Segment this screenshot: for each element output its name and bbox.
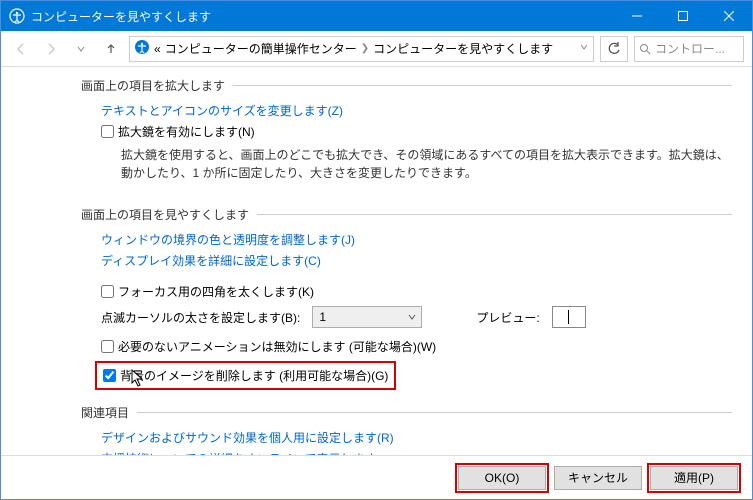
- content-area: 画面上の項目を拡大します テキストとアイコンのサイズを変更します(Z) 拡大鏡を…: [1, 67, 752, 455]
- search-input[interactable]: コントロー...: [634, 36, 744, 62]
- magnifier-description: 拡大鏡を使用すると、画面上のどこでも拡大でき、その領域にあるすべての項目を拡大表…: [121, 146, 732, 182]
- section-visibility-legend: 画面上の項目を見やすくします: [81, 206, 257, 223]
- address-bar[interactable]: « コンピューターの簡単操作センター ❯ コンピューターを見やすくします: [129, 36, 594, 62]
- checkbox-magnifier-label[interactable]: 拡大鏡を有効にします(N): [118, 123, 255, 140]
- section-visibility: 画面上の項目を見やすくします ウィンドウの境界の色と透明度を調整します(J) デ…: [81, 206, 732, 390]
- preview-label: プレビュー:: [476, 309, 539, 326]
- breadcrumb-prefix: «: [154, 42, 161, 56]
- cursor-thickness-label: 点滅カーソルの太さを設定します(B):: [101, 309, 300, 326]
- dialog-footer: OK(O) キャンセル 適用(P): [1, 455, 752, 499]
- recent-button[interactable]: [69, 37, 93, 61]
- link-text-icon-size[interactable]: テキストとアイコンのサイズを変更します(Z): [101, 102, 343, 119]
- checkbox-magnifier[interactable]: [101, 125, 114, 138]
- cursor-thickness-value: 1: [319, 310, 326, 324]
- checkbox-focus-rect-label[interactable]: フォーカス用の四角を太くします(K): [118, 283, 314, 300]
- link-window-border[interactable]: ウィンドウの境界の色と透明度を調整します(J): [101, 231, 355, 248]
- section-enlarge: 画面上の項目を拡大します テキストとアイコンのサイズを変更します(Z) 拡大鏡を…: [81, 77, 732, 192]
- refresh-button[interactable]: [600, 36, 628, 62]
- checkbox-remove-background-label[interactable]: 背景のイメージを削除します (利用可能な場合)(G): [120, 367, 388, 384]
- titlebar: コンピューターを見やすくします: [1, 1, 752, 31]
- breadcrumb-item2[interactable]: コンピューターを見やすくします: [373, 40, 553, 57]
- checkbox-remove-background[interactable]: [103, 369, 116, 382]
- toolbar: « コンピューターの簡単操作センター ❯ コンピューターを見やすくします コント…: [1, 31, 752, 67]
- chevron-down-icon: [407, 312, 417, 322]
- link-display-effects[interactable]: ディスプレイ効果を詳細に設定します(C): [101, 252, 321, 269]
- close-button[interactable]: [706, 1, 752, 31]
- chevron-right-icon: ❯: [361, 43, 369, 54]
- link-personalize[interactable]: デザインおよびサウンド効果を個人用に設定します(R): [101, 429, 394, 446]
- ease-of-access-addr-icon: [134, 39, 150, 58]
- window-title: コンピューターを見やすくします: [31, 8, 614, 25]
- search-icon: [639, 43, 651, 55]
- ok-button[interactable]: OK(O): [458, 466, 546, 490]
- up-button[interactable]: [99, 37, 123, 61]
- section-related-legend: 関連項目: [81, 404, 137, 421]
- checkbox-disable-animations[interactable]: [101, 340, 114, 353]
- checkbox-focus-rect[interactable]: [101, 285, 114, 298]
- section-related: 関連項目 デザインおよびサウンド効果を個人用に設定します(R) 支援技術について…: [81, 404, 732, 455]
- minimize-button[interactable]: [614, 1, 660, 31]
- ease-of-access-icon: [9, 8, 25, 24]
- chevron-down-icon[interactable]: [579, 42, 589, 55]
- cancel-button[interactable]: キャンセル: [554, 466, 642, 490]
- search-placeholder: コントロー...: [655, 40, 725, 57]
- cursor-preview: [552, 306, 586, 328]
- forward-button[interactable]: [39, 37, 63, 61]
- checkbox-disable-animations-label[interactable]: 必要のないアニメーションは無効にします (可能な場合)(W): [118, 338, 436, 355]
- highlighted-option: 背景のイメージを削除します (利用可能な場合)(G): [95, 361, 396, 390]
- section-enlarge-legend: 画面上の項目を拡大します: [81, 77, 233, 94]
- maximize-button[interactable]: [660, 1, 706, 31]
- back-button[interactable]: [9, 37, 33, 61]
- cursor-thickness-combo[interactable]: 1: [312, 306, 422, 328]
- breadcrumb-item1[interactable]: コンピューターの簡単操作センター: [165, 40, 357, 57]
- apply-button[interactable]: 適用(P): [650, 466, 738, 490]
